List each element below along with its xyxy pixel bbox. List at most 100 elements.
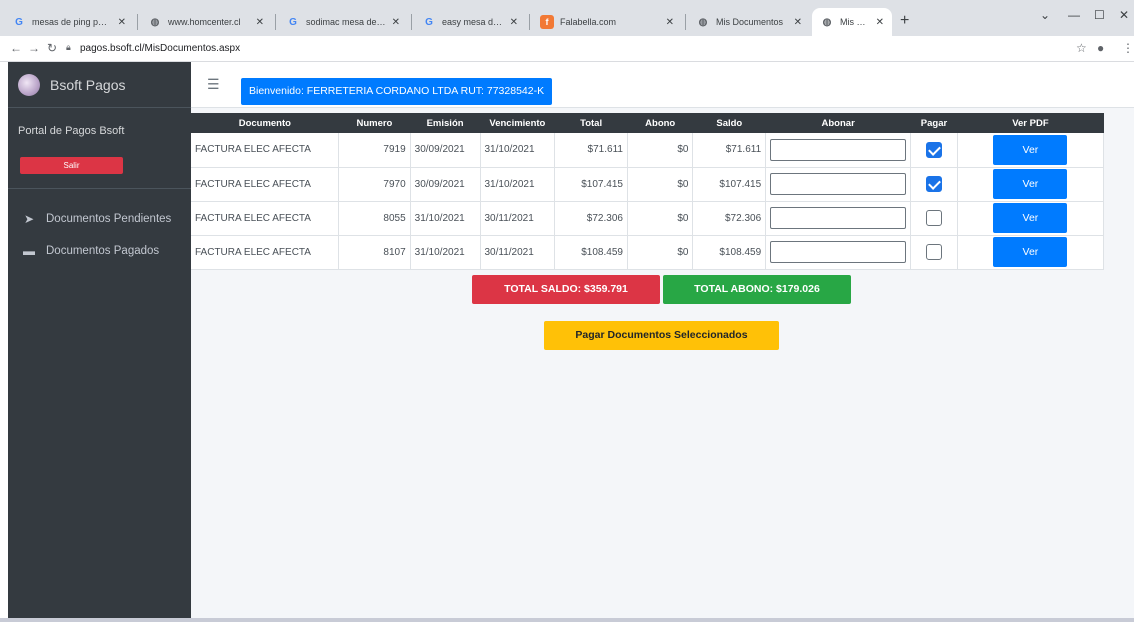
cell-total: $108.459 bbox=[554, 235, 628, 270]
salir-button[interactable]: Salir bbox=[20, 157, 123, 174]
cell-ver-pdf: Ver bbox=[957, 201, 1105, 236]
close-tab-icon[interactable]: ✕ bbox=[392, 17, 400, 28]
welcome-badge: Bienvenido: FERRETERIA CORDANO LTDA RUT:… bbox=[241, 78, 553, 105]
cell-numero: 7970 bbox=[338, 167, 411, 202]
globe-icon: ◍ bbox=[698, 16, 708, 28]
browser-tab[interactable]: G sodimac mesa de ping ✕ bbox=[278, 8, 408, 36]
bookmark-star-icon[interactable]: ☆ bbox=[1076, 41, 1087, 55]
tab-title: sodimac mesa de ping bbox=[306, 17, 386, 27]
abonar-input[interactable] bbox=[770, 207, 907, 229]
browser-tab-strip: G mesas de ping pong ✕ ◍ www.homcenter.c… bbox=[0, 0, 1134, 36]
browser-tab-active[interactable]: ◍ Mis Documentos ✕ bbox=[812, 8, 892, 36]
total-saldo-badge: TOTAL SALDO: $359.791 bbox=[472, 275, 660, 304]
tab-title: easy mesa de ping - bbox=[442, 17, 504, 27]
globe-icon: ◍ bbox=[822, 16, 832, 28]
close-tab-icon[interactable]: ✕ bbox=[510, 17, 518, 28]
cell-emision: 31/10/2021 bbox=[410, 235, 481, 270]
cell-emision: 31/10/2021 bbox=[410, 201, 481, 236]
column-header: Saldo bbox=[692, 113, 766, 133]
new-tab-icon[interactable]: + bbox=[900, 12, 909, 30]
forward-icon[interactable]: → bbox=[28, 41, 40, 55]
pagar-checkbox[interactable] bbox=[925, 141, 942, 158]
pagar-checkbox[interactable] bbox=[925, 210, 942, 226]
portal-label: Portal de Pagos Bsoft bbox=[18, 125, 125, 137]
close-tab-icon[interactable]: ✕ bbox=[876, 17, 884, 28]
browser-tab[interactable]: f Falabella.com ✕ bbox=[532, 8, 682, 36]
lock-icon[interactable]: 🔒︎ bbox=[66, 42, 71, 53]
column-header: Vencimiento bbox=[480, 113, 555, 133]
cell-numero: 8055 bbox=[338, 201, 411, 236]
tab-title: mesas de ping pong bbox=[32, 17, 112, 27]
sidebar-item-label: Documentos Pendientes bbox=[46, 213, 172, 225]
minimize-icon[interactable]: — bbox=[1068, 8, 1080, 22]
google-icon: G bbox=[425, 16, 433, 28]
close-tab-icon[interactable]: ✕ bbox=[118, 17, 126, 28]
cell-abono: $0 bbox=[627, 235, 694, 270]
pagar-documentos-button[interactable]: Pagar Documentos Seleccionados bbox=[544, 321, 779, 350]
browser-tab[interactable]: G easy mesa de ping - ✕ bbox=[414, 8, 526, 36]
table-row: FACTURA ELEC AFECTA 7970 30/09/2021 31/1… bbox=[191, 167, 1105, 202]
google-icon: G bbox=[289, 16, 297, 28]
cell-abonar bbox=[765, 167, 912, 202]
maximize-icon[interactable]: ☐ bbox=[1094, 8, 1105, 22]
cell-abonar bbox=[765, 235, 912, 270]
main-content: ☰ Bienvenido: FERRETERIA CORDANO LTDA RU… bbox=[191, 62, 1134, 618]
close-tab-icon[interactable]: ✕ bbox=[794, 17, 802, 28]
browser-tab[interactable]: ◍ www.homcenter.cl ✕ bbox=[140, 8, 272, 36]
sidebar-item-documentos-pendientes[interactable]: ➤ Documentos Pendientes bbox=[18, 212, 171, 226]
ver-pdf-button[interactable]: Ver bbox=[993, 169, 1068, 199]
column-header: Abono bbox=[627, 113, 693, 133]
cell-abonar bbox=[765, 133, 912, 168]
cell-numero: 8107 bbox=[338, 235, 411, 270]
brand-logo-icon bbox=[18, 73, 40, 96]
cell-vencimiento: 31/10/2021 bbox=[480, 133, 556, 168]
abonar-input[interactable] bbox=[770, 138, 907, 161]
cell-documento: FACTURA ELEC AFECTA bbox=[191, 133, 340, 168]
cell-abono: $0 bbox=[627, 133, 694, 168]
browser-toolbar: ← → ↻ 🔒︎ pagos.bsoft.cl/MisDocumentos.as… bbox=[0, 36, 1134, 62]
sidebar-divider bbox=[8, 188, 191, 189]
brand-link[interactable]: Bsoft Pagos bbox=[8, 62, 191, 108]
table-row: FACTURA ELEC AFECTA 8107 31/10/2021 30/1… bbox=[191, 235, 1105, 270]
tab-search-icon[interactable]: ⌄ bbox=[1040, 8, 1050, 22]
abonar-input[interactable] bbox=[770, 173, 907, 195]
browser-tab[interactable]: G mesas de ping pong ✕ bbox=[4, 8, 134, 36]
table-row: FACTURA ELEC AFECTA 7919 30/09/2021 31/1… bbox=[191, 133, 1105, 168]
pagar-checkbox[interactable] bbox=[925, 176, 942, 192]
menu-kebab-icon[interactable]: ⋮ bbox=[1122, 41, 1134, 55]
cell-abono: $0 bbox=[627, 201, 694, 236]
column-header: Ver PDF bbox=[957, 113, 1104, 133]
column-header: Abonar bbox=[765, 113, 911, 133]
close-tab-icon[interactable]: ✕ bbox=[666, 17, 674, 28]
tab-title: Falabella.com bbox=[560, 17, 617, 27]
reload-icon[interactable]: ↻ bbox=[47, 41, 57, 55]
address-bar[interactable]: pagos.bsoft.cl/MisDocumentos.aspx bbox=[80, 43, 240, 54]
total-abono-badge: TOTAL ABONO: $179.026 bbox=[663, 275, 851, 304]
pagar-checkbox[interactable] bbox=[925, 244, 942, 260]
sidebar: Bsoft Pagos Portal de Pagos Bsoft Salir … bbox=[8, 62, 191, 618]
sidebar-item-documentos-pagados[interactable]: ▬ Documentos Pagados bbox=[18, 244, 159, 258]
sidebar-item-label: Documentos Pagados bbox=[46, 245, 160, 257]
ver-pdf-button[interactable]: Ver bbox=[993, 134, 1068, 165]
tab-title: Mis Documentos bbox=[716, 17, 784, 27]
cell-documento: FACTURA ELEC AFECTA bbox=[191, 201, 340, 236]
tab-separator bbox=[411, 14, 412, 30]
browser-tab[interactable]: ◍ Mis Documentos ✕ bbox=[688, 8, 810, 36]
cell-pagar bbox=[910, 201, 958, 236]
cell-documento: FACTURA ELEC AFECTA bbox=[191, 235, 340, 270]
profile-icon[interactable]: ● bbox=[1097, 41, 1104, 55]
ver-pdf-button[interactable]: Ver bbox=[993, 237, 1068, 267]
cell-vencimiento: 30/11/2021 bbox=[480, 201, 556, 236]
top-navbar: ☰ Bienvenido: FERRETERIA CORDANO LTDA RU… bbox=[191, 62, 1134, 108]
ver-pdf-button[interactable]: Ver bbox=[993, 203, 1068, 233]
column-header: Pagar bbox=[910, 113, 958, 133]
back-icon[interactable]: ← bbox=[10, 41, 22, 55]
brand-name: Bsoft Pagos bbox=[50, 76, 126, 93]
cell-total: $107.415 bbox=[554, 167, 628, 202]
close-window-icon[interactable]: ✕ bbox=[1119, 8, 1129, 22]
abonar-input[interactable] bbox=[770, 241, 907, 263]
tab-separator bbox=[275, 14, 276, 30]
close-tab-icon[interactable]: ✕ bbox=[256, 17, 264, 28]
hamburger-menu-icon[interactable]: ☰ bbox=[207, 76, 220, 93]
globe-icon: ◍ bbox=[150, 16, 160, 28]
